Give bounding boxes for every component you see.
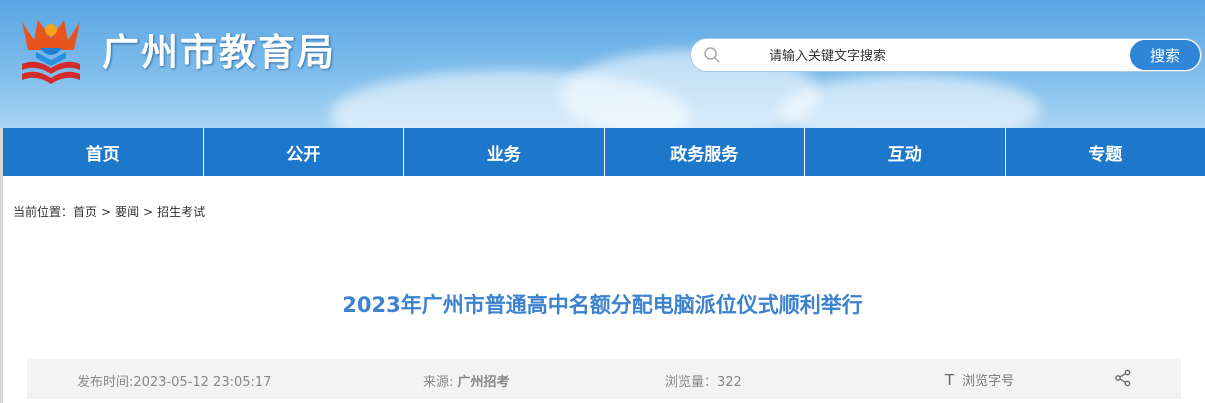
search-icon xyxy=(704,47,720,63)
bureau-logo-icon[interactable] xyxy=(14,14,88,86)
nav-item-government-services[interactable]: 政务服务 xyxy=(605,128,805,176)
page-left-border xyxy=(0,128,3,403)
font-size-label: 浏览字号 xyxy=(962,374,1015,389)
article-title: 2023年广州市普通高中名额分配电脑派位仪式顺利举行 xyxy=(342,293,863,317)
search-input[interactable] xyxy=(731,44,1161,68)
source-label: 来源: xyxy=(423,375,458,390)
publish-time: 发布时间:2023-05-12 23:05:17 xyxy=(77,375,272,390)
font-size-button[interactable]: T 浏览字号 xyxy=(945,370,1014,389)
nav-item-topics[interactable]: 专题 xyxy=(1006,128,1205,176)
breadcrumb-separator: > xyxy=(101,205,112,219)
nav-item-interaction[interactable]: 互动 xyxy=(805,128,1006,176)
breadcrumb-admissions-exams[interactable]: 招生考试 xyxy=(157,205,205,219)
nav-item-public[interactable]: 公开 xyxy=(204,128,404,176)
nav-item-business[interactable]: 业务 xyxy=(404,128,605,176)
search-box: 搜索 xyxy=(690,38,1202,72)
breadcrumb-home[interactable]: 首页 xyxy=(73,205,97,219)
view-count: 浏览量：322 xyxy=(665,375,742,390)
article-source: 来源: 广州招考 xyxy=(423,371,510,390)
source-value: 广州招考 xyxy=(457,375,510,390)
main-nav: 首页 公开 业务 政务服务 互动 专题 xyxy=(3,128,1205,176)
search-button[interactable]: 搜索 xyxy=(1130,40,1200,70)
site-title[interactable]: 广州市教育局 xyxy=(102,22,336,76)
breadcrumb-news[interactable]: 要闻 xyxy=(115,205,139,219)
nav-item-home[interactable]: 首页 xyxy=(3,128,204,176)
breadcrumb-separator: > xyxy=(143,205,154,219)
header-banner: 广州市教育局 搜索 xyxy=(0,0,1205,128)
article-meta-bar: 发布时间:2023-05-12 23:05:17 来源: 广州招考 浏览量：32… xyxy=(27,359,1181,399)
text-size-icon: T xyxy=(945,371,955,389)
share-icon[interactable] xyxy=(1114,369,1132,387)
breadcrumb: 当前位置：首页 > 要闻 > 招生考试 xyxy=(13,203,205,220)
breadcrumb-prefix: 当前位置： xyxy=(13,205,74,219)
cloud-decoration xyxy=(780,75,1040,128)
